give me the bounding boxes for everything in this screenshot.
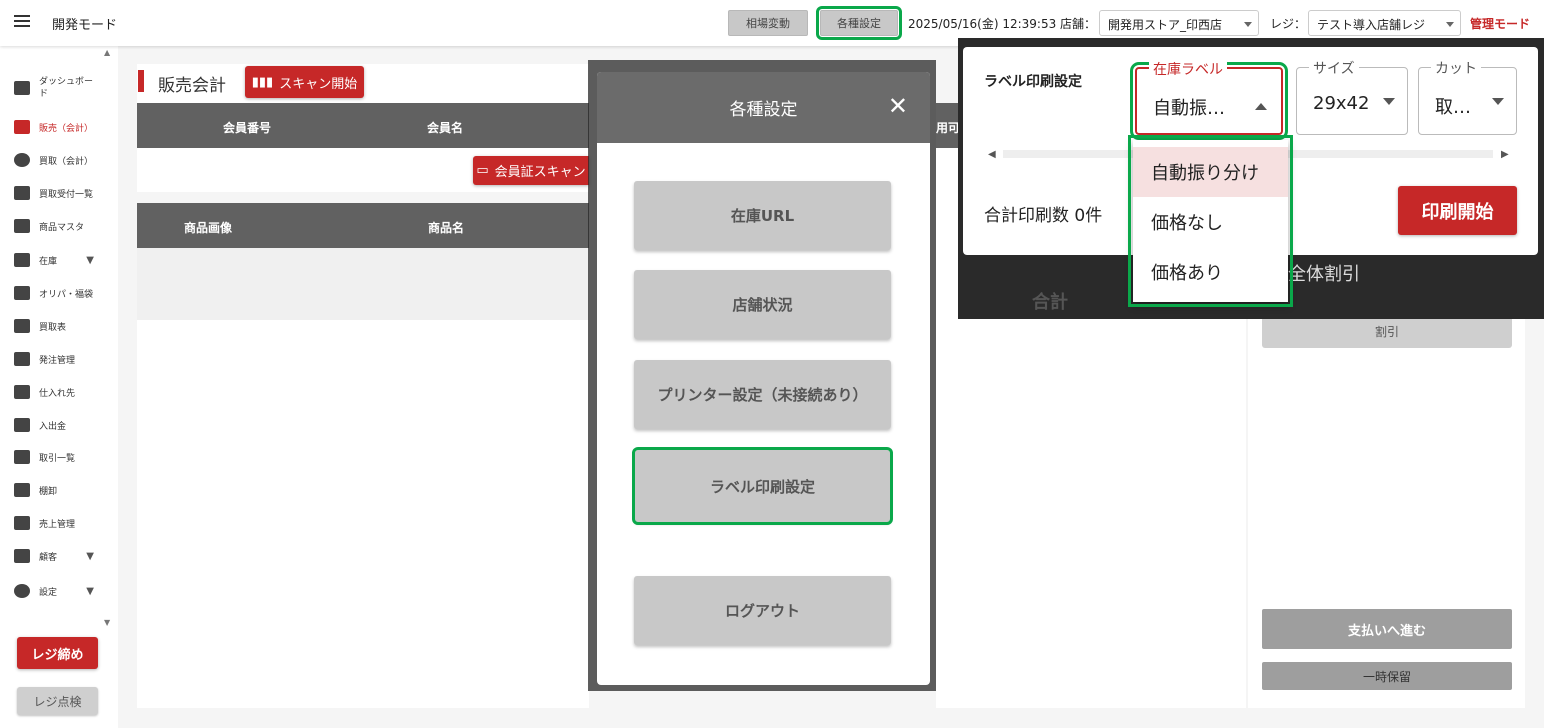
gift-icon [14, 286, 30, 300]
overall-discount-label: 全体割引 [1288, 264, 1360, 285]
print-start-button[interactable]: 印刷開始 [1398, 186, 1517, 235]
store-status-button[interactable]: 店舗状況 [634, 270, 891, 339]
archive-icon [14, 253, 30, 267]
sidebar-item-transactions[interactable]: 取引一覧 [14, 450, 75, 464]
scroll-up-icon[interactable]: ▲ [104, 48, 110, 57]
sidebar: ▲ ダッシュボード 販売（会計） 買取（会計） 買取受付一覧 商品マスタ 在庫 ▼… [0, 46, 118, 728]
app-title: 開発モード [52, 18, 118, 33]
product-table-header: 商品画像 商品名 [137, 203, 589, 248]
id-card-icon: ▭ [476, 163, 489, 178]
store-label: 店舗： [1060, 17, 1097, 31]
transfer-icon [14, 450, 30, 464]
list-icon [14, 319, 30, 333]
chevron-down-icon [1492, 98, 1504, 111]
dashboard-icon [14, 81, 30, 95]
register-label: レジ： [1270, 17, 1307, 31]
sidebar-item-purchase-table[interactable]: 買取表 [14, 319, 66, 333]
sidebar-item-dashboard[interactable]: ダッシュボード [14, 76, 100, 100]
warehouse-icon [14, 385, 30, 399]
sidebar-item-settings[interactable]: 設定 ▼ [14, 584, 94, 598]
product-list-area [137, 320, 589, 708]
truck-icon [14, 352, 30, 366]
gear-icon [14, 584, 30, 598]
barcode-icon: ▮▮▮ [251, 74, 274, 90]
check-register-button[interactable]: レジ点検 [17, 687, 98, 715]
page-title: 販売会計 [158, 76, 226, 96]
sidebar-item-product-master[interactable]: 商品マスタ [14, 219, 84, 233]
total-print-count: 合計印刷数 0件 [984, 206, 1103, 226]
stock-label-value: 自動振… [1153, 98, 1225, 119]
dollar-icon [14, 153, 30, 167]
cut-field-label: カット [1431, 58, 1481, 78]
admin-mode-link[interactable]: 管理モード [1470, 15, 1530, 32]
store-icon [14, 219, 30, 233]
size-field-label: サイズ [1309, 58, 1359, 78]
bar-chart-icon [14, 516, 30, 530]
cut-select[interactable]: カット 取… [1418, 58, 1517, 135]
market-change-button[interactable]: 相場変動 [728, 10, 808, 36]
chevron-up-icon [1255, 97, 1267, 110]
scroll-down-icon[interactable]: ▼ [104, 618, 110, 627]
modal-header: 各種設定 ✕ [597, 72, 930, 143]
scroll-left-icon[interactable]: ◀ [988, 149, 996, 160]
stock-label-select[interactable]: 在庫ラベル 自動振… [1130, 59, 1288, 140]
sidebar-item-purchase[interactable]: 買取（会計） [14, 153, 93, 167]
option-auto-sort[interactable]: 自動振り分け [1133, 147, 1288, 197]
sidebar-item-sales-management[interactable]: 売上管理 [14, 516, 75, 530]
chevron-down-icon: ▼ [86, 550, 94, 562]
hold-button[interactable]: 一時保留 [1262, 662, 1512, 690]
stock-label-field-label: 在庫ラベル [1149, 59, 1227, 79]
datetime: 2025/05/16(金) 12:39:53 [908, 17, 1057, 31]
scan-start-button[interactable]: ▮▮▮ スキャン開始 [245, 66, 364, 98]
cash-register-icon [14, 418, 30, 432]
people-icon [14, 549, 30, 563]
clipboard-check-icon [14, 483, 30, 497]
printer-settings-button[interactable]: プリンター設定（未接続あり） [634, 360, 891, 429]
option-no-price[interactable]: 価格なし [1133, 197, 1288, 247]
sidebar-item-orders[interactable]: 発注管理 [14, 352, 75, 366]
product-empty-row [137, 248, 589, 320]
stock-label-dropdown: 自動振り分け 価格なし 価格あり [1128, 135, 1293, 307]
proceed-payment-button[interactable]: 支払いへ進む [1262, 609, 1512, 649]
close-icon[interactable]: ✕ [888, 92, 908, 120]
modal-title: 各種設定 [729, 100, 798, 120]
scroll-right-icon[interactable]: ▶ [1501, 149, 1509, 160]
sidebar-item-inventory[interactable]: 棚卸 [14, 483, 57, 497]
size-select[interactable]: サイズ 29x42 [1296, 58, 1408, 135]
chevron-down-icon: ▼ [86, 254, 94, 266]
logout-button[interactable]: ログアウト [634, 576, 891, 645]
sidebar-item-oripa[interactable]: オリパ・福袋 [14, 286, 93, 300]
title-accent [138, 70, 144, 92]
settings-modal: 各種設定 ✕ 在庫URL 店舗状況 プリンター設定（未接続あり） ラベル印刷設定… [597, 72, 930, 685]
cart-icon [14, 120, 30, 134]
close-register-button[interactable]: レジ締め [17, 637, 98, 669]
label-print-settings-button[interactable]: ラベル印刷設定 [632, 447, 893, 525]
sidebar-item-purchase-list[interactable]: 買取受付一覧 [14, 186, 93, 200]
settings-button[interactable]: 各種設定 [816, 6, 902, 40]
cut-value: 取… [1435, 97, 1471, 118]
register-select[interactable]: テスト導入店舗レジ [1308, 10, 1461, 36]
sidebar-item-suppliers[interactable]: 仕入れ先 [14, 385, 75, 399]
member-card-scan-button[interactable]: ▭ 会員証スキャン [473, 156, 589, 185]
sidebar-item-customers[interactable]: 顧客 ▼ [14, 549, 94, 563]
store-select[interactable]: 開発用ストア_印西店 [1099, 10, 1259, 36]
member-table-header: 会員番号 会員名 [137, 103, 589, 148]
sidebar-item-stock[interactable]: 在庫 ▼ [14, 253, 94, 267]
option-with-price[interactable]: 価格あり [1133, 247, 1288, 297]
total-label: 合計 [1032, 292, 1068, 313]
stock-url-button[interactable]: 在庫URL [634, 181, 891, 250]
chevron-down-icon [1383, 98, 1395, 111]
receipt-icon [14, 186, 30, 200]
size-value: 29x42 [1313, 93, 1370, 114]
sidebar-item-cash[interactable]: 入出金 [14, 418, 66, 432]
sidebar-item-sales[interactable]: 販売（会計） [14, 120, 93, 134]
chevron-down-icon: ▼ [86, 585, 94, 597]
discount-button[interactable]: 割引 [1262, 314, 1512, 348]
menu-icon[interactable] [14, 15, 30, 27]
label-print-title: ラベル印刷設定 [984, 74, 1082, 90]
